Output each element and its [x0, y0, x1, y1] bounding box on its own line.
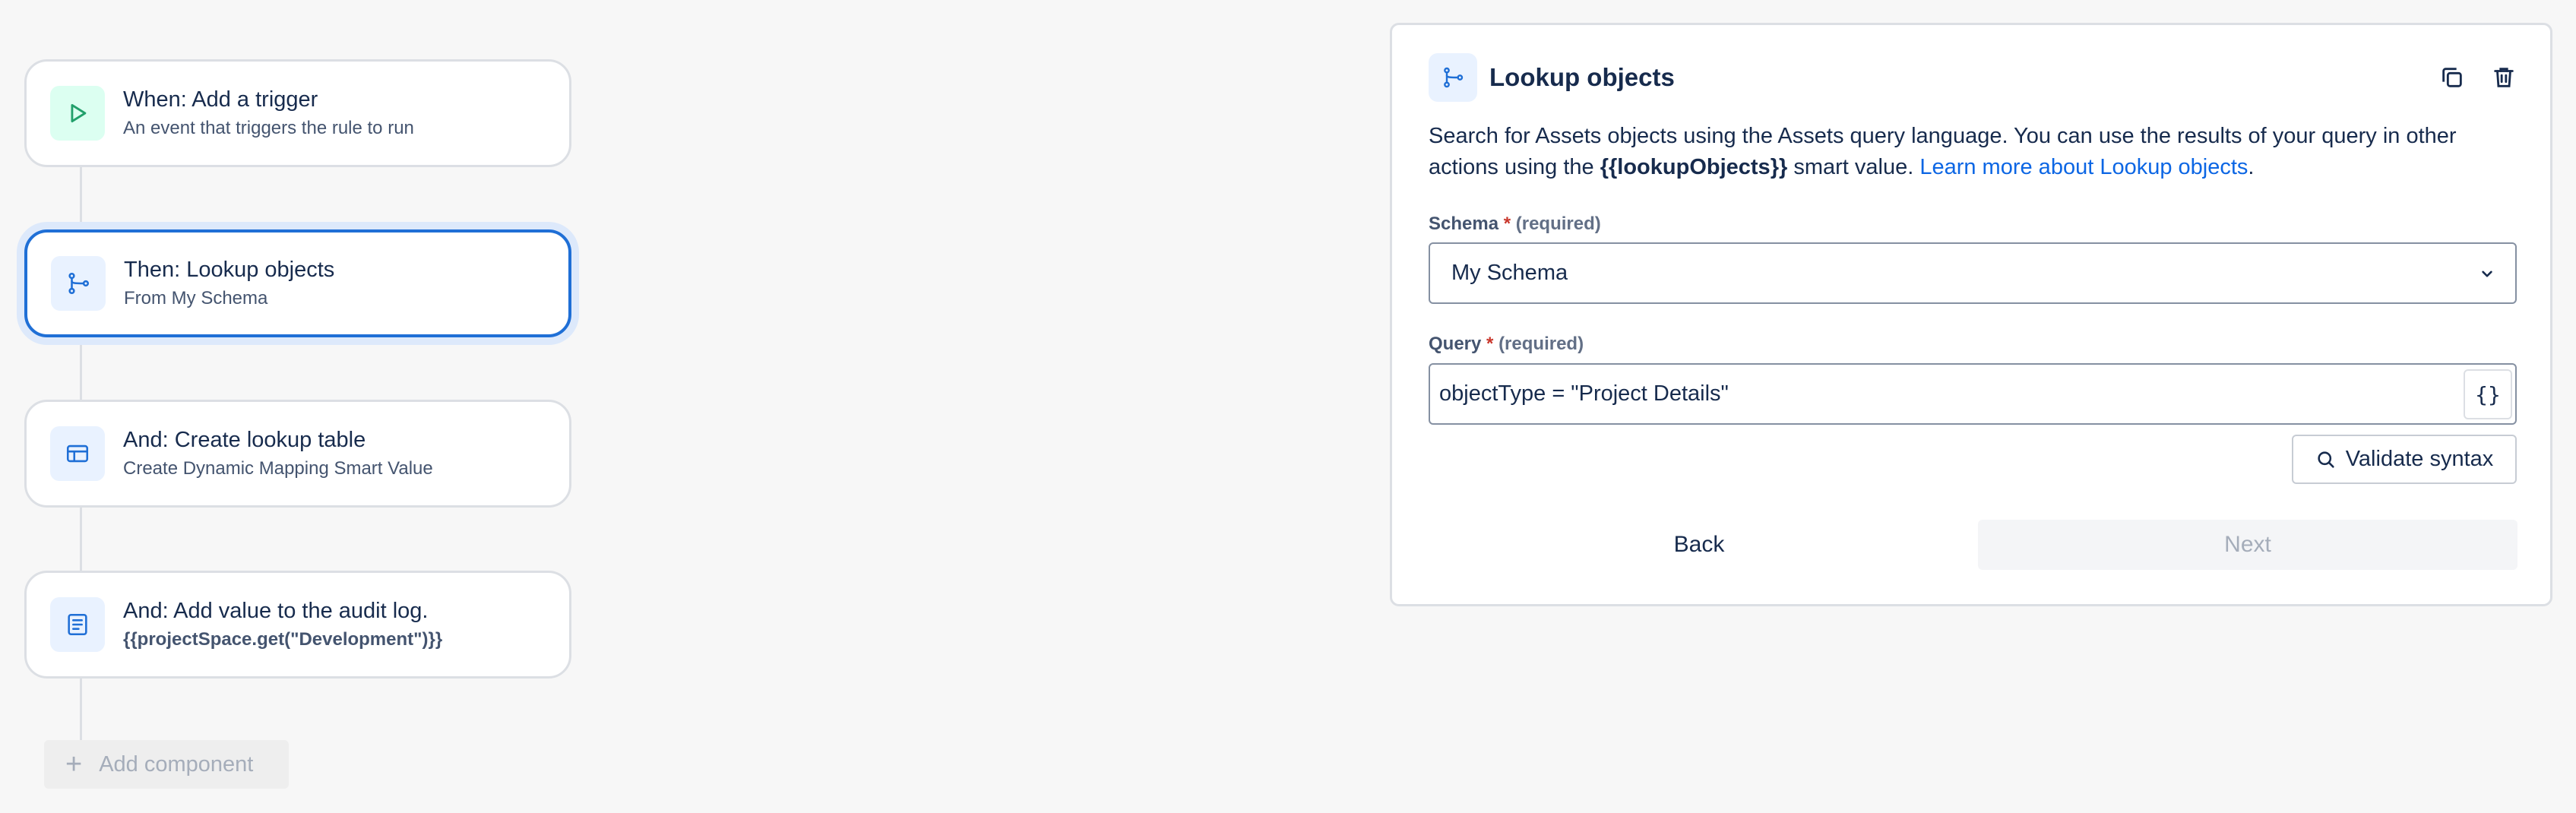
search-icon	[2315, 449, 2337, 470]
schema-select[interactable]: My Schema	[1429, 242, 2517, 304]
rule-card-title: When: Add a trigger	[123, 87, 318, 112]
smart-value-token: {{lookupObjects}}	[1600, 155, 1788, 179]
rule-card-title: And: Create lookup table	[123, 428, 366, 452]
description-text-2: smart value.	[1787, 155, 1920, 179]
rule-card-create-lookup-table[interactable]: And: Create lookup table Create Dynamic …	[24, 400, 571, 508]
validate-syntax-label: Validate syntax	[2345, 447, 2494, 471]
panel-actions	[2438, 63, 2518, 92]
required-text: (required)	[1498, 334, 1584, 354]
schema-selected-value: My Schema	[1451, 261, 1568, 285]
trash-icon[interactable]	[2489, 63, 2518, 92]
validate-syntax-button[interactable]: Validate syntax	[2292, 435, 2517, 484]
smart-value-button[interactable]: {}	[2464, 369, 2512, 419]
branch-icon	[51, 256, 106, 311]
learn-more-link[interactable]: Learn more about Lookup objects	[1919, 155, 2248, 179]
rule-card-subtitle: An event that triggers the rule to run	[123, 118, 414, 138]
query-label: Query * (required)	[1429, 334, 1584, 355]
query-value: objectType = "Project Details"	[1439, 381, 1729, 406]
rule-card-lookup-objects[interactable]: Then: Lookup objects From My Schema	[24, 229, 571, 337]
panel-title: Lookup objects	[1489, 63, 1675, 91]
required-text: (required)	[1515, 214, 1601, 234]
required-star: *	[1503, 214, 1511, 234]
branch-icon	[1429, 53, 1477, 102]
table-icon	[50, 426, 105, 481]
rule-card-title: Then: Lookup objects	[124, 258, 335, 282]
panel-header: Lookup objects	[1429, 53, 1675, 102]
play-icon	[50, 86, 105, 141]
query-label-text: Query	[1429, 334, 1482, 354]
duplicate-icon[interactable]	[2438, 63, 2467, 92]
plus-icon: +	[65, 748, 83, 780]
schema-label: Schema * (required)	[1429, 214, 1601, 235]
back-button[interactable]: Back	[1429, 520, 1970, 570]
add-component-button[interactable]: + Add component	[44, 740, 289, 789]
rule-card-audit-log[interactable]: And: Add value to the audit log. {{proje…	[24, 571, 571, 679]
add-component-label: Add component	[99, 751, 254, 777]
document-icon	[50, 597, 105, 652]
rule-card-trigger[interactable]: When: Add a trigger An event that trigge…	[24, 59, 571, 167]
next-button[interactable]: Next	[1978, 520, 2517, 570]
schema-label-text: Schema	[1429, 214, 1499, 234]
rule-card-subtitle: {{projectSpace.get("Development")}}	[123, 629, 443, 650]
automation-rule-editor: When: Add a trigger An event that trigge…	[0, 0, 2576, 813]
chevron-down-icon	[2477, 264, 2497, 289]
required-star: *	[1486, 334, 1494, 354]
rule-card-subtitle: From My Schema	[124, 288, 268, 308]
rule-card-subtitle: Create Dynamic Mapping Smart Value	[123, 458, 433, 479]
description-end: .	[2248, 155, 2255, 179]
lookup-objects-panel: Lookup objects Search for Assets objects…	[1390, 23, 2552, 606]
query-input[interactable]: objectType = "Project Details" {}	[1429, 363, 2517, 425]
rule-card-title: And: Add value to the audit log.	[123, 599, 429, 623]
panel-description: Search for Assets objects using the Asse…	[1429, 121, 2523, 183]
